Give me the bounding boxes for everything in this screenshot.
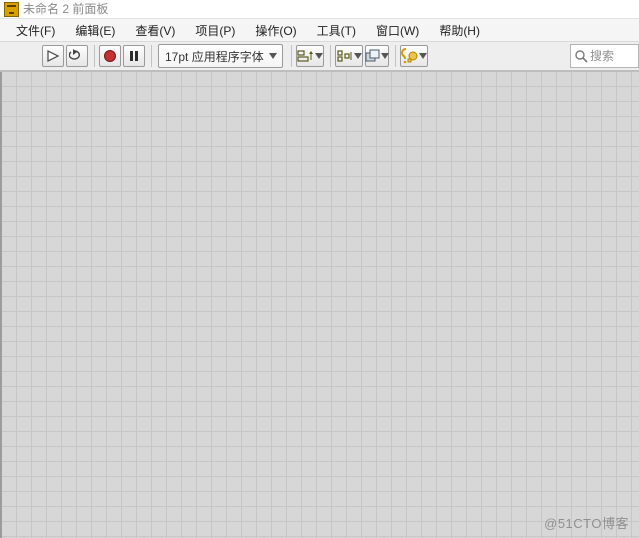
align-objects-icon bbox=[297, 49, 315, 63]
distribute-objects-icon bbox=[336, 49, 354, 63]
dropdown-arrow-icon bbox=[266, 46, 280, 66]
search-box[interactable] bbox=[570, 44, 639, 68]
toolbar-separator bbox=[291, 45, 292, 67]
run-button[interactable] bbox=[42, 45, 64, 67]
font-selector[interactable]: 17pt 应用程序字体 bbox=[158, 44, 283, 68]
menu-operate[interactable]: 操作(O) bbox=[245, 20, 306, 41]
menu-bar: 文件(F) 编辑(E) 查看(V) 项目(P) 操作(O) 工具(T) 窗口(W… bbox=[0, 19, 639, 42]
toolbar-separator bbox=[330, 45, 331, 67]
run-arrow-icon bbox=[46, 49, 60, 63]
reorder-button[interactable] bbox=[365, 45, 389, 67]
front-panel-area[interactable]: @51CTO博客 bbox=[0, 71, 639, 538]
window-title: 未命名 2 前面板 bbox=[23, 2, 108, 16]
search-input[interactable] bbox=[590, 49, 634, 63]
menu-edit[interactable]: 编辑(E) bbox=[65, 20, 125, 41]
front-panel-grid[interactable] bbox=[0, 72, 639, 538]
app-icon bbox=[4, 2, 19, 17]
toolbar: 17pt 应用程序字体 bbox=[0, 42, 639, 71]
dropdown-arrow-icon bbox=[354, 46, 362, 66]
menu-window[interactable]: 窗口(W) bbox=[366, 20, 429, 41]
menu-tools[interactable]: 工具(T) bbox=[307, 20, 366, 41]
toolbar-separator bbox=[94, 45, 95, 67]
menu-file[interactable]: 文件(F) bbox=[6, 20, 65, 41]
pause-icon bbox=[128, 50, 140, 62]
align-button[interactable] bbox=[296, 45, 324, 67]
run-continuous-button[interactable] bbox=[66, 45, 88, 67]
context-help-icon bbox=[401, 48, 419, 64]
dropdown-arrow-icon bbox=[419, 46, 427, 66]
run-continuous-icon bbox=[69, 49, 85, 63]
reorder-icon bbox=[365, 49, 381, 63]
menu-help[interactable]: 帮助(H) bbox=[429, 20, 490, 41]
search-icon bbox=[574, 49, 588, 63]
abort-button[interactable] bbox=[99, 45, 121, 67]
dropdown-arrow-icon bbox=[381, 46, 389, 66]
menu-project[interactable]: 项目(P) bbox=[185, 20, 245, 41]
font-selector-label: 17pt 应用程序字体 bbox=[165, 48, 264, 65]
toolbar-separator bbox=[151, 45, 152, 67]
menu-view[interactable]: 查看(V) bbox=[125, 20, 185, 41]
distribute-button[interactable] bbox=[335, 45, 363, 67]
abort-icon bbox=[103, 49, 117, 63]
pause-button[interactable] bbox=[123, 45, 145, 67]
dropdown-arrow-icon bbox=[315, 46, 323, 66]
title-bar: 未命名 2 前面板 bbox=[0, 0, 639, 19]
toolbar-separator bbox=[395, 45, 396, 67]
context-help-button[interactable] bbox=[400, 45, 428, 67]
